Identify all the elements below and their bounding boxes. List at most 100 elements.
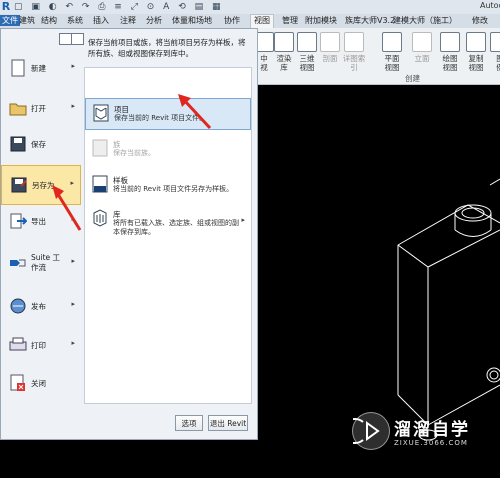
option-description: 将当前的 Revit 项目文件另存为样板。 <box>113 185 234 193</box>
menu-item-7[interactable]: 打印 ▸ <box>1 326 81 366</box>
publish-icon <box>9 297 27 315</box>
menu-item-5[interactable]: Suite 工作流 ▸ <box>1 244 81 284</box>
template-icon <box>92 175 108 193</box>
print-icon <box>9 336 27 354</box>
watermark-url: ZIXUE.3066.COM <box>394 439 468 447</box>
model-edge <box>397 204 500 246</box>
save-icon <box>9 135 27 153</box>
tab-8[interactable]: 协作 <box>224 15 240 26</box>
application-menu: 新建▸打开▸保存另存为▸导出▸Suite 工作流▸发布▸打印▸关闭 保存当前项目… <box>0 28 258 440</box>
tab-0[interactable]: 文件 <box>0 15 20 26</box>
save-as-option-2[interactable]: 样板 将当前的 Revit 项目文件另存为样板。 <box>85 170 251 202</box>
model-edge <box>489 178 500 186</box>
ribbon-button-label: 图 例 <box>496 54 500 72</box>
quick-access-toolbar: R ▢ ▣ ◐ ↶ ↷ ⎙ ≡ ⤢ ⊙ A ⟲ ▤ ▦ Autod <box>0 0 500 14</box>
tab-11[interactable]: 附加模块 <box>305 15 337 26</box>
ribbon-view-icon <box>297 32 317 52</box>
tab-10[interactable]: 管理 <box>282 15 298 26</box>
ribbon-button-2[interactable]: 三维 视图 <box>295 32 319 72</box>
ribbon-button-label: 复制 视图 <box>468 54 484 72</box>
app-title: Autod <box>480 1 500 10</box>
export-icon <box>9 212 28 230</box>
submenu-arrow-icon: ▸ <box>71 102 75 110</box>
ribbon-view-icon <box>466 32 486 52</box>
revit-logo[interactable]: R <box>0 0 12 14</box>
menu-item-0[interactable]: 新建 ▸ <box>1 49 81 89</box>
ribbon-tabs: 文件 建筑 结构 系统 插入 注释 分析 体量和场地 协作 视图 管理 附加模块 族库大师V3.2 建模大… <box>0 14 500 29</box>
ribbon-button-label: 绘图 视图 <box>442 54 458 72</box>
menu-item-label: 发布 <box>31 302 46 311</box>
ribbon-button-6[interactable]: 立面 <box>410 32 434 63</box>
save-as-panel: 保存当前项目或族，将当前项目另存为样板，将所有族、组或视图保存到库中。 项目 保存… <box>82 33 252 433</box>
suite-workflow-icon <box>9 254 27 272</box>
ribbon-button-9[interactable]: 图 例 <box>488 32 500 72</box>
tab-5[interactable]: 注释 <box>120 15 136 26</box>
library-icon <box>92 209 108 227</box>
ribbon-view-icon <box>320 32 340 52</box>
model-cylinder-inner <box>461 207 485 219</box>
ribbon-button-label: 平面 视图 <box>384 54 400 72</box>
model-edge <box>397 229 500 268</box>
tab-2[interactable]: 结构 <box>41 15 57 26</box>
ribbon-button-label: 剖面 <box>322 54 338 63</box>
tab-9[interactable]: 视图 <box>250 14 274 28</box>
tab-4[interactable]: 插入 <box>93 15 109 26</box>
tab-7[interactable]: 体量和场地 <box>172 15 212 26</box>
menu-item-label: 保存 <box>31 140 46 149</box>
ribbon-view-icon <box>440 32 460 52</box>
save-as-options: 项目 保存当前的 Revit 项目文件。族保存当前族。 样板 将当前的 Revit 项… <box>84 67 252 404</box>
submenu-arrow-icon: ▸ <box>71 339 75 347</box>
watermark-play-icon <box>342 412 390 450</box>
ribbon-button-3[interactable]: 剖面 <box>318 32 342 63</box>
ribbon-button-label: 渲染 库 <box>276 54 292 72</box>
options-button[interactable]: 选项 <box>175 415 203 431</box>
ribbon-group-label: 创建 <box>405 74 420 83</box>
close-file-icon <box>9 374 27 392</box>
ribbon-view-icon <box>490 32 500 52</box>
save-as-option-0[interactable]: 项目 保存当前的 Revit 项目文件。 <box>85 98 251 130</box>
save-as-option-3[interactable]: 库将所有已载入族、选定族、组或视图的副本保存到库。 ▸ <box>85 204 251 236</box>
new-document-icon <box>9 59 27 77</box>
panel-header: 保存当前项目或族，将当前项目另存为样板，将所有族、组或视图保存到库中。 <box>88 38 246 58</box>
option-description: 将所有已载入族、选定族、组或视图的副本保存到库。 <box>113 219 239 236</box>
model-hole <box>489 370 499 380</box>
watermark-title: 溜溜自学 <box>394 420 470 440</box>
ribbon-button-7[interactable]: 绘图 视图 <box>438 32 462 72</box>
tab-13[interactable]: 建模大师（施工） <box>393 15 457 26</box>
menu-item-1[interactable]: 打开 ▸ <box>1 89 81 129</box>
ribbon-view-icon <box>412 32 432 52</box>
ribbon-button-5[interactable]: 平面 视图 <box>380 32 404 72</box>
tab-6[interactable]: 分析 <box>146 15 162 26</box>
menu-item-2[interactable]: 保存 <box>1 125 81 165</box>
tab-14[interactable]: 修改 <box>472 15 488 26</box>
ribbon-button-4[interactable]: 详图索引 <box>342 32 366 72</box>
ribbon-button-1[interactable]: 渲染 库 <box>272 32 296 72</box>
menu-item-6[interactable]: 发布 ▸ <box>1 287 81 327</box>
exit-revit-button[interactable]: 退出 Revit <box>208 415 248 431</box>
ribbon-button-label: 详图索引 <box>342 54 366 72</box>
submenu-arrow-icon: ▸ <box>71 257 75 265</box>
submenu-arrow-icon: ▸ <box>241 216 245 224</box>
menu-item-label: 新建 <box>31 64 46 73</box>
ribbon-button-label: 立面 <box>414 54 430 63</box>
open-folder-icon <box>9 99 27 117</box>
annotation-arrow-project <box>178 94 212 130</box>
save-as-option-1[interactable]: 族保存当前族。 <box>85 134 251 166</box>
tab-3[interactable]: 系统 <box>67 15 83 26</box>
ribbon-button-label: 三维 视图 <box>299 54 315 72</box>
model-edge <box>454 229 492 237</box>
menu-item-8[interactable]: 关闭 <box>1 364 81 404</box>
tab-12[interactable]: 族库大师V3.2 <box>345 15 395 26</box>
ribbon-view-icon <box>344 32 364 52</box>
save-as-icon <box>10 176 28 194</box>
menu-item-label: Suite 工作流 <box>31 253 61 272</box>
menu-item-label: 打开 <box>31 104 46 113</box>
menu-item-label: 导出 <box>31 217 46 226</box>
ribbon-button-8[interactable]: 复制 视图 <box>464 32 488 72</box>
tab-1[interactable]: 建筑 <box>19 15 35 26</box>
ribbon-view-icon <box>274 32 294 52</box>
submenu-arrow-icon: ▸ <box>71 300 75 308</box>
option-description: 保存当前族。 <box>113 149 155 157</box>
project-icon <box>93 104 109 122</box>
quick-access-icons[interactable]: ▢ ▣ ◐ ↶ ↷ ⎙ ≡ ⤢ ⊙ A ⟲ ▤ ▦ <box>14 2 223 12</box>
